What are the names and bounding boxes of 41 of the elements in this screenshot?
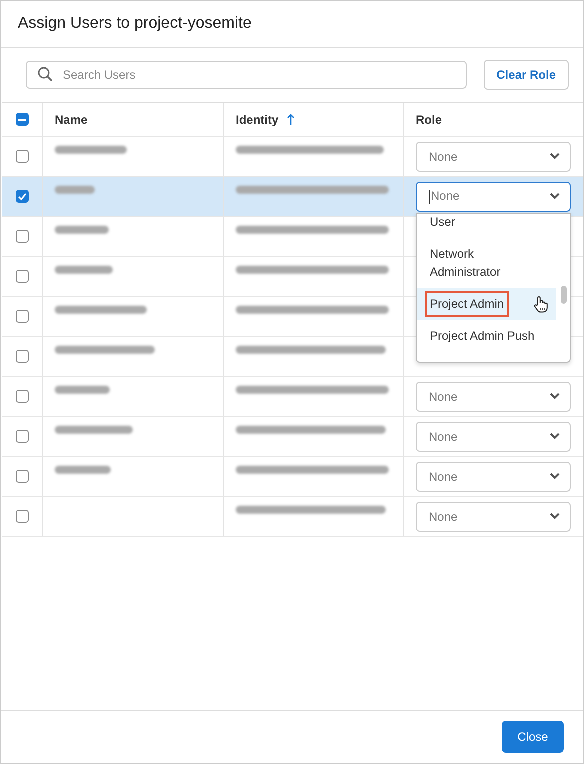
checkbox[interactable] xyxy=(16,510,28,523)
role-dropdown[interactable]: None xyxy=(416,422,571,452)
column-header[interactable]: Name xyxy=(55,112,88,126)
chevron-down-icon xyxy=(550,393,560,400)
column-header[interactable]: Role xyxy=(416,112,442,126)
search-icon xyxy=(38,67,53,82)
chevron-down-icon xyxy=(550,433,560,440)
role-dropdown[interactable]: None xyxy=(416,502,571,532)
checkbox[interactable] xyxy=(16,270,28,283)
chevron-down-icon xyxy=(550,513,560,520)
column-header[interactable]: Identity xyxy=(236,112,279,126)
checkbox[interactable] xyxy=(16,310,28,323)
checkbox[interactable] xyxy=(16,190,28,203)
menu-item[interactable]: Project Admin Push xyxy=(417,320,556,352)
checkbox[interactable] xyxy=(16,230,28,243)
dialog-title: Assign Users to project-yosemite xyxy=(18,15,252,33)
checkbox[interactable] xyxy=(16,350,28,363)
scrollbar-thumb[interactable] xyxy=(561,286,567,304)
dash-icon xyxy=(18,118,26,120)
checkbox[interactable] xyxy=(16,113,28,126)
clear-role-button[interactable]: Clear Role xyxy=(484,60,569,90)
hand-cursor-icon xyxy=(534,296,548,312)
checkbox[interactable] xyxy=(16,150,28,163)
chevron-down-icon xyxy=(550,153,560,160)
menu-item[interactable]: Network Administrator xyxy=(417,238,556,288)
menu-item[interactable]: Project Admin xyxy=(417,288,556,320)
role-dropdown[interactable]: None xyxy=(416,142,571,172)
option-label: Project Admin xyxy=(425,291,510,317)
checkbox[interactable] xyxy=(16,430,28,443)
chevron-down-icon xyxy=(550,473,560,480)
menu-item[interactable]: User xyxy=(417,214,556,238)
chevron-down-icon xyxy=(550,193,560,200)
sort-arrow-icon[interactable] xyxy=(286,113,295,126)
role-dropdown[interactable]: None xyxy=(416,182,571,212)
role-dropdown[interactable]: None xyxy=(416,382,571,412)
close-button[interactable]: Close xyxy=(502,721,564,753)
checkbox[interactable] xyxy=(16,390,28,403)
check-icon xyxy=(18,192,26,200)
search-field[interactable]: Search Users xyxy=(26,61,467,89)
checkbox[interactable] xyxy=(16,470,28,483)
role-dropdown[interactable]: None xyxy=(416,462,571,492)
